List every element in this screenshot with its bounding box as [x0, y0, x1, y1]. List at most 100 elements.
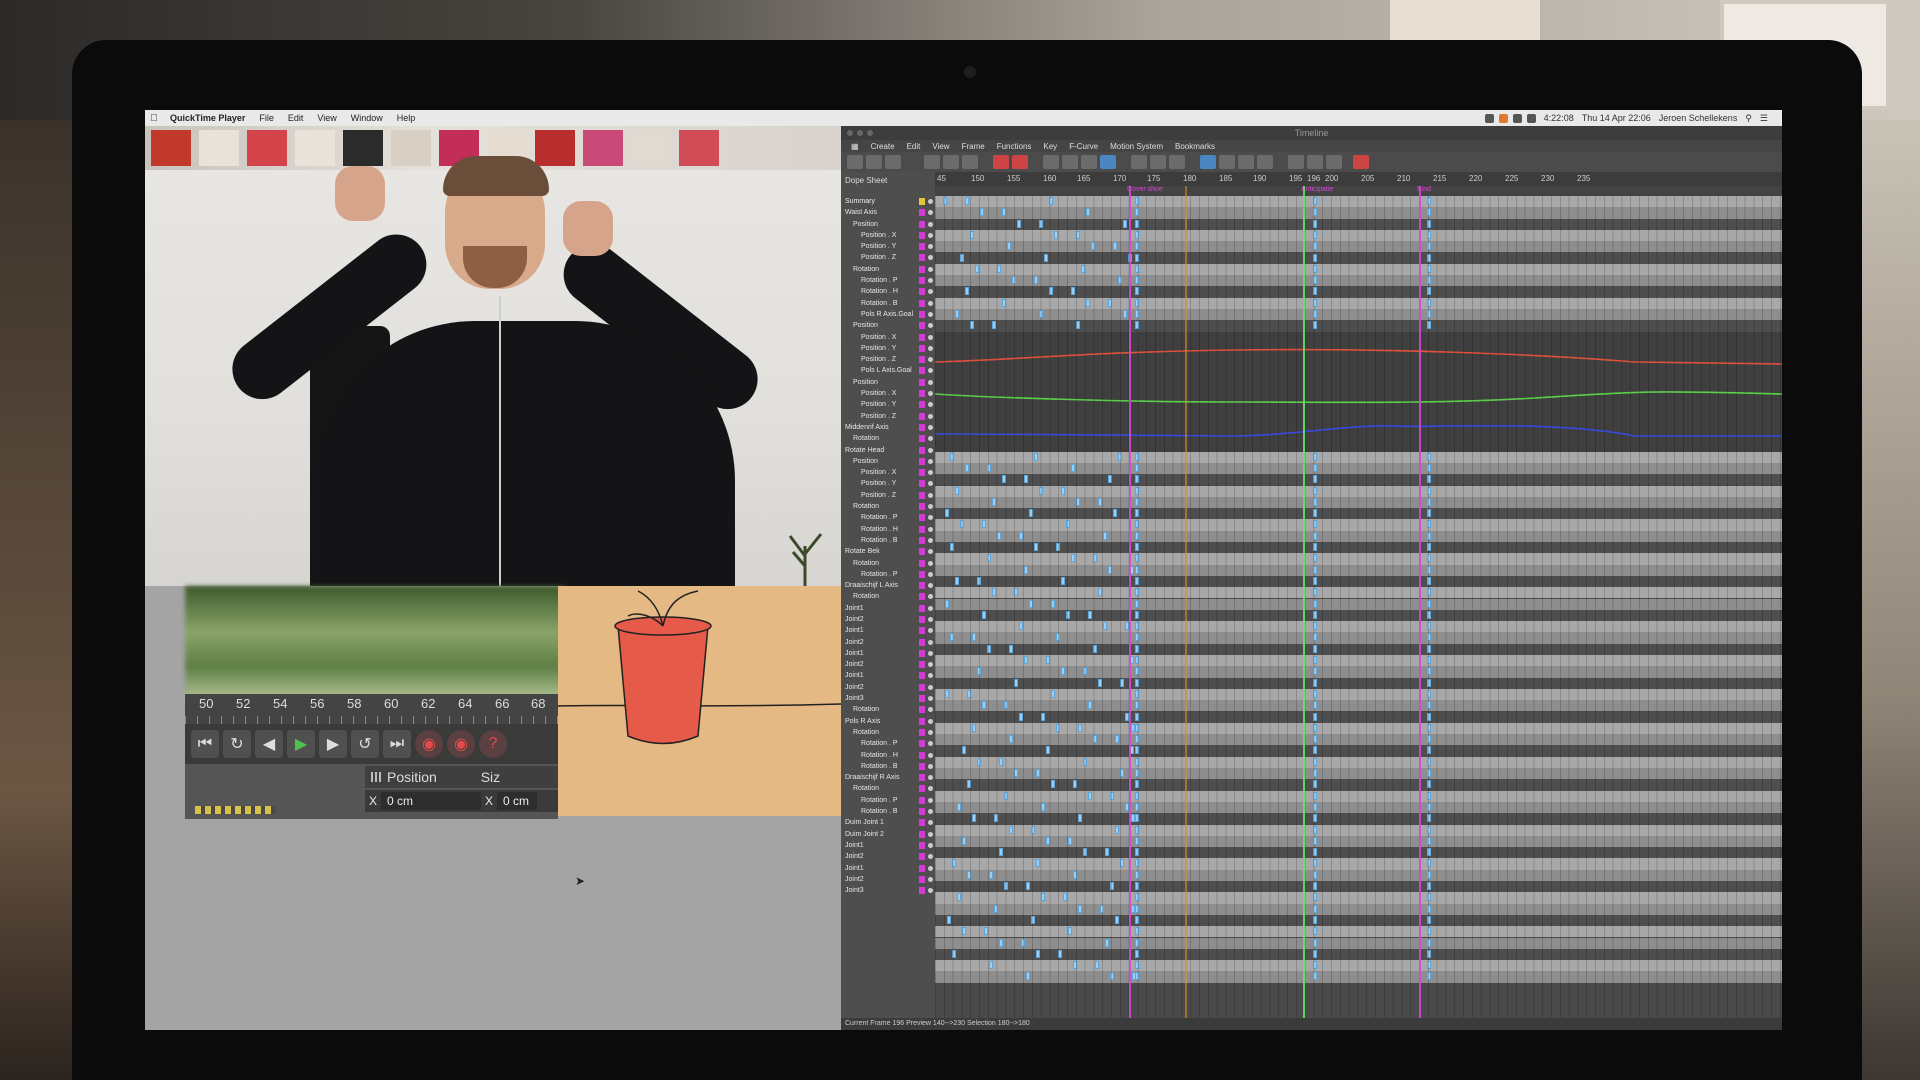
- keyframe[interactable]: [1093, 554, 1097, 563]
- track-lane[interactable]: [935, 621, 1782, 633]
- keyframe[interactable]: [1041, 712, 1045, 721]
- keyframe[interactable]: [1026, 882, 1030, 890]
- track-row[interactable]: Position . Y: [841, 478, 935, 489]
- track-lane[interactable]: [935, 542, 1782, 554]
- track-lane[interactable]: [935, 587, 1782, 599]
- keyframe[interactable]: [1427, 927, 1431, 936]
- track-lane[interactable]: [935, 711, 1782, 723]
- keyframe[interactable]: [1313, 197, 1317, 205]
- play-button[interactable]: ▶: [287, 730, 315, 758]
- keyframe[interactable]: [1313, 321, 1317, 330]
- keyframe[interactable]: [1002, 208, 1006, 217]
- keyframe[interactable]: [1098, 497, 1102, 506]
- keyframe[interactable]: [1427, 735, 1431, 744]
- keyframe[interactable]: [1313, 475, 1317, 484]
- keyframe[interactable]: [1313, 588, 1317, 597]
- track-lane[interactable]: [935, 948, 1782, 961]
- keyframe[interactable]: [1427, 802, 1431, 811]
- keyframe[interactable]: [1313, 701, 1317, 710]
- keyframe[interactable]: [972, 723, 976, 732]
- keyframe[interactable]: [992, 321, 996, 330]
- track-lane[interactable]: [935, 734, 1782, 746]
- keyframe[interactable]: [1135, 287, 1139, 296]
- status-icon[interactable]: [1512, 113, 1522, 123]
- keyframe[interactable]: [1123, 310, 1127, 318]
- keyframe[interactable]: [955, 576, 959, 585]
- track-enable-icon[interactable]: [928, 650, 933, 656]
- keyframe[interactable]: [960, 253, 964, 262]
- keyframe[interactable]: [1051, 599, 1055, 608]
- track-row[interactable]: Joint2: [841, 637, 935, 648]
- keyframe[interactable]: [994, 904, 998, 913]
- keyframe[interactable]: [957, 893, 961, 902]
- keyframe[interactable]: [1115, 825, 1119, 834]
- marker-bar[interactable]: Cover shoe Anticipatie Eind: [935, 186, 1782, 196]
- track-enable-icon[interactable]: [928, 549, 933, 555]
- track-row[interactable]: Joint1: [841, 625, 935, 636]
- keyframe[interactable]: [1313, 904, 1317, 913]
- track-row[interactable]: Position: [841, 377, 935, 388]
- current-frame-line[interactable]: [1303, 186, 1305, 1018]
- track-row[interactable]: Duim Joint 2: [841, 829, 935, 840]
- keyframe[interactable]: [1427, 848, 1431, 857]
- track-lane[interactable]: [935, 903, 1782, 915]
- track-lane[interactable]: [935, 451, 1782, 463]
- keyframe[interactable]: [1313, 565, 1317, 574]
- keyframe[interactable]: [1313, 689, 1317, 698]
- track-row[interactable]: Rotation . P: [841, 569, 935, 580]
- toolbar-button[interactable]: [993, 155, 1009, 169]
- keyframe[interactable]: [1135, 757, 1139, 766]
- keyframe[interactable]: [1427, 859, 1431, 868]
- position-x-field[interactable]: 0 cm: [381, 792, 482, 810]
- track-lane[interactable]: [935, 971, 1782, 983]
- keyframe[interactable]: [1088, 610, 1092, 619]
- track-enable-icon[interactable]: [928, 504, 933, 510]
- track-row[interactable]: Rotation . H: [841, 524, 935, 535]
- keyframe[interactable]: [952, 859, 956, 868]
- keyframe[interactable]: [1313, 746, 1317, 755]
- track-lane[interactable]: [935, 252, 1782, 264]
- keyframe[interactable]: [984, 927, 988, 936]
- track-enable-icon[interactable]: [928, 809, 933, 815]
- keyframe[interactable]: [1135, 893, 1139, 902]
- track-enable-icon[interactable]: [928, 741, 933, 747]
- keyframe[interactable]: [1081, 264, 1085, 273]
- track-lane[interactable]: [935, 309, 1782, 321]
- keyframe[interactable]: [1135, 219, 1139, 228]
- keyframe[interactable]: [1002, 475, 1006, 484]
- keyframe[interactable]: [1026, 972, 1030, 981]
- track-row[interactable]: Joint1: [841, 648, 935, 659]
- track-row[interactable]: Joint2: [841, 614, 935, 625]
- marker-label[interactable]: Cover shoe: [1127, 186, 1163, 193]
- keyframe[interactable]: [1313, 264, 1317, 273]
- menu-view[interactable]: View: [310, 113, 343, 123]
- keyframe[interactable]: [1056, 543, 1060, 551]
- keyframe[interactable]: [1427, 242, 1431, 251]
- toolbar-button[interactable]: [1131, 155, 1147, 169]
- keyframe[interactable]: [1135, 230, 1139, 239]
- keyframe[interactable]: [982, 610, 986, 619]
- menu-list-icon[interactable]: ☰: [1760, 113, 1768, 124]
- keyframe[interactable]: [1061, 667, 1065, 676]
- keyframe[interactable]: [982, 520, 986, 529]
- keyframe[interactable]: [1105, 938, 1109, 947]
- status-icon[interactable]: [1484, 113, 1494, 123]
- keyframe[interactable]: [1068, 836, 1072, 845]
- track-lane[interactable]: [935, 519, 1782, 531]
- track-row[interactable]: Joint2: [841, 682, 935, 693]
- keyframe[interactable]: [1118, 276, 1122, 285]
- marker-label[interactable]: Anticipatie: [1301, 186, 1333, 193]
- keyframe[interactable]: [1313, 859, 1317, 868]
- keyframe[interactable]: [1313, 310, 1317, 318]
- keyframe[interactable]: [1313, 882, 1317, 890]
- keyframe[interactable]: [1313, 486, 1317, 495]
- keyframe[interactable]: [1135, 689, 1139, 698]
- track-row[interactable]: Rotation: [841, 264, 935, 275]
- step-back-button[interactable]: ◀: [255, 730, 283, 758]
- keyframe[interactable]: [1014, 769, 1018, 777]
- keyframe[interactable]: [1091, 242, 1095, 251]
- toolbar-button[interactable]: [847, 155, 863, 169]
- keyframe[interactable]: [1313, 678, 1317, 687]
- keyframe[interactable]: [1078, 904, 1082, 913]
- track-enable-icon[interactable]: [928, 729, 933, 735]
